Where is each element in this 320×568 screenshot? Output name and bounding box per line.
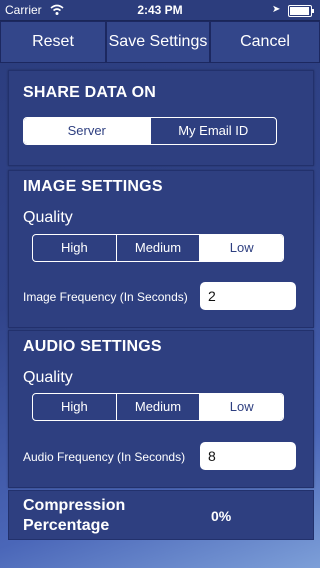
audio-settings-panel: AUDIO SETTINGS Quality High Medium Low A… xyxy=(8,330,314,488)
image-settings-title: IMAGE SETTINGS xyxy=(23,178,163,195)
compression-percentage-value: 0% xyxy=(211,508,232,524)
share-option-server[interactable]: Server xyxy=(24,118,150,144)
image-settings-panel: IMAGE SETTINGS Quality High Medium Low I… xyxy=(8,170,314,328)
status-bar: Carrier 2:43 PM ➤ xyxy=(0,0,320,20)
cancel-button[interactable]: Cancel xyxy=(210,21,320,63)
image-quality-low[interactable]: Low xyxy=(199,235,283,261)
audio-quality-high[interactable]: High xyxy=(33,394,116,420)
audio-quality-low[interactable]: Low xyxy=(199,394,283,420)
image-frequency-label: Image Frequency (In Seconds) xyxy=(23,290,188,304)
compression-panel: Compression Percentage 0% xyxy=(8,490,314,540)
audio-frequency-label: Audio Frequency (In Seconds) xyxy=(23,450,186,464)
share-data-segmented-control: Server My Email ID xyxy=(23,117,277,145)
compression-label-line2: Percentage xyxy=(23,517,110,534)
toolbar: Reset Save Settings Cancel xyxy=(0,20,320,63)
image-quality-segmented-control: High Medium Low xyxy=(32,234,284,262)
reset-button[interactable]: Reset xyxy=(0,21,106,63)
battery-icon xyxy=(288,5,314,17)
image-frequency-input[interactable]: 2 xyxy=(200,282,296,310)
share-option-email[interactable]: My Email ID xyxy=(149,118,277,144)
audio-quality-label: Quality xyxy=(23,369,73,386)
location-arrow-icon: ➤ xyxy=(272,4,281,15)
share-data-panel: SHARE DATA ON Server My Email ID xyxy=(8,70,314,166)
save-settings-button[interactable]: Save Settings xyxy=(106,21,210,63)
image-quality-high[interactable]: High xyxy=(33,235,116,261)
image-quality-label: Quality xyxy=(23,209,73,226)
audio-frequency-input[interactable]: 8 xyxy=(200,442,296,470)
compression-label-line1: Compression xyxy=(23,497,126,514)
audio-settings-title: AUDIO SETTINGS xyxy=(23,338,162,355)
image-quality-medium[interactable]: Medium xyxy=(115,235,200,261)
audio-quality-segmented-control: High Medium Low xyxy=(32,393,284,421)
share-data-title: SHARE DATA ON xyxy=(23,84,156,101)
audio-quality-medium[interactable]: Medium xyxy=(115,394,200,420)
